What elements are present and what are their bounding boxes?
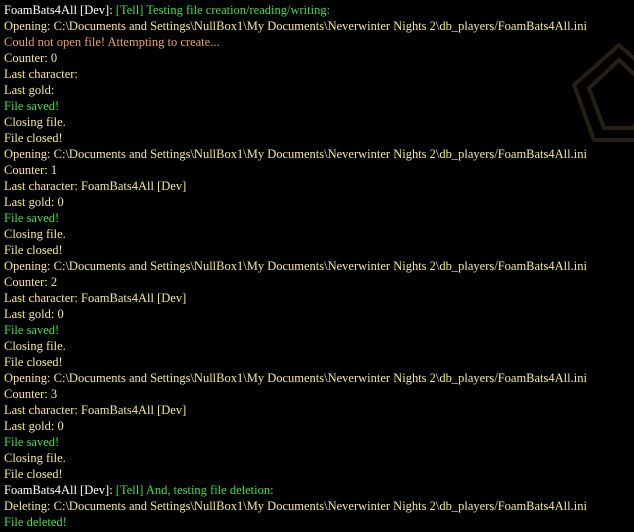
chat-message: File closed! bbox=[4, 131, 63, 145]
chat-line-info: File closed! bbox=[4, 242, 634, 258]
chat-line-success: File saved! bbox=[4, 434, 634, 450]
chat-line-info: Closing file. bbox=[4, 226, 634, 242]
chat-message: Last character: bbox=[4, 67, 78, 81]
chat-line-info: Counter: 3 bbox=[4, 386, 634, 402]
chat-message: Counter: 3 bbox=[4, 387, 58, 401]
chat-line-info: Counter: 2 bbox=[4, 274, 634, 290]
chat-line-warning: Could not open file! Attempting to creat… bbox=[4, 34, 634, 50]
chat-line-success: File deleted! bbox=[4, 514, 634, 530]
chat-message: Last character: FoamBats4All [Dev] bbox=[4, 291, 187, 305]
chat-line-info: Last gold: 0 bbox=[4, 418, 634, 434]
chat-line-info: Opening: C:\Documents and Settings\NullB… bbox=[4, 370, 634, 386]
chat-message: Opening: C:\Documents and Settings\NullB… bbox=[4, 259, 587, 273]
chat-line-success: File saved! bbox=[4, 210, 634, 226]
chat-message: Counter: 2 bbox=[4, 275, 58, 289]
chat-message: File closed! bbox=[4, 355, 63, 369]
chat-line-info: Closing file. bbox=[4, 114, 634, 130]
chat-line-info: Counter: 1 bbox=[4, 162, 634, 178]
chat-line-info: Last character: bbox=[4, 66, 634, 82]
chat-speaker: FoamBats4All [Dev]: bbox=[4, 483, 116, 497]
chat-message: File closed! bbox=[4, 467, 63, 481]
chat-message: Deleting: C:\Documents and Settings\Null… bbox=[4, 499, 587, 513]
chat-message: Counter: 0 bbox=[4, 51, 58, 65]
chat-log[interactable]: FoamBats4All [Dev]: [Tell] Testing file … bbox=[4, 2, 634, 530]
chat-message: File saved! bbox=[4, 323, 60, 337]
chat-message: Closing file. bbox=[4, 451, 66, 465]
chat-message: Opening: C:\Documents and Settings\NullB… bbox=[4, 371, 587, 385]
chat-line-info: Closing file. bbox=[4, 450, 634, 466]
chat-line-tell: FoamBats4All [Dev]: [Tell] Testing file … bbox=[4, 2, 634, 18]
chat-line-success: File saved! bbox=[4, 98, 634, 114]
chat-line-info: File closed! bbox=[4, 354, 634, 370]
chat-message: Closing file. bbox=[4, 227, 66, 241]
chat-message: File deleted! bbox=[4, 515, 67, 529]
chat-message: Last character: FoamBats4All [Dev] bbox=[4, 179, 187, 193]
chat-message: Last gold: 0 bbox=[4, 419, 64, 433]
chat-message: Last character: FoamBats4All [Dev] bbox=[4, 403, 187, 417]
chat-message: Could not open file! Attempting to creat… bbox=[4, 35, 220, 49]
chat-tell-message: [Tell] And, testing file deletion: bbox=[115, 483, 274, 497]
chat-line-info: Last gold: 0 bbox=[4, 194, 634, 210]
chat-line-info: File closed! bbox=[4, 130, 634, 146]
chat-line-info: Counter: 0 bbox=[4, 50, 634, 66]
chat-message: File saved! bbox=[4, 435, 60, 449]
chat-line-info: Opening: C:\Documents and Settings\NullB… bbox=[4, 18, 634, 34]
chat-line-info: Last gold: 0 bbox=[4, 306, 634, 322]
chat-message: Last gold: 0 bbox=[4, 195, 64, 209]
chat-message: Opening: C:\Documents and Settings\NullB… bbox=[4, 19, 587, 33]
chat-message: Opening: C:\Documents and Settings\NullB… bbox=[4, 147, 587, 161]
chat-line-info: File closed! bbox=[4, 466, 634, 482]
chat-line-success: File saved! bbox=[4, 322, 634, 338]
chat-line-info: Last character: FoamBats4All [Dev] bbox=[4, 178, 634, 194]
chat-line-info: Closing file. bbox=[4, 338, 634, 354]
chat-line-info: Last gold: bbox=[4, 82, 634, 98]
chat-tell-message: [Tell] Testing file creation/reading/wri… bbox=[115, 3, 331, 17]
chat-message: Closing file. bbox=[4, 115, 66, 129]
chat-speaker: FoamBats4All [Dev]: bbox=[4, 3, 116, 17]
chat-message: Closing file. bbox=[4, 339, 66, 353]
chat-message: File saved! bbox=[4, 211, 60, 225]
chat-message: File closed! bbox=[4, 243, 63, 257]
chat-line-info: Opening: C:\Documents and Settings\NullB… bbox=[4, 258, 634, 274]
chat-line-info: Last character: FoamBats4All [Dev] bbox=[4, 290, 634, 306]
chat-message: File saved! bbox=[4, 99, 60, 113]
chat-message: Counter: 1 bbox=[4, 163, 58, 177]
chat-message: Last gold: 0 bbox=[4, 307, 64, 321]
chat-message: Last gold: bbox=[4, 83, 55, 97]
chat-line-info: Deleting: C:\Documents and Settings\Null… bbox=[4, 498, 634, 514]
chat-line-info: Opening: C:\Documents and Settings\NullB… bbox=[4, 146, 634, 162]
chat-line-tell: FoamBats4All [Dev]: [Tell] And, testing … bbox=[4, 482, 634, 498]
chat-line-info: Last character: FoamBats4All [Dev] bbox=[4, 402, 634, 418]
